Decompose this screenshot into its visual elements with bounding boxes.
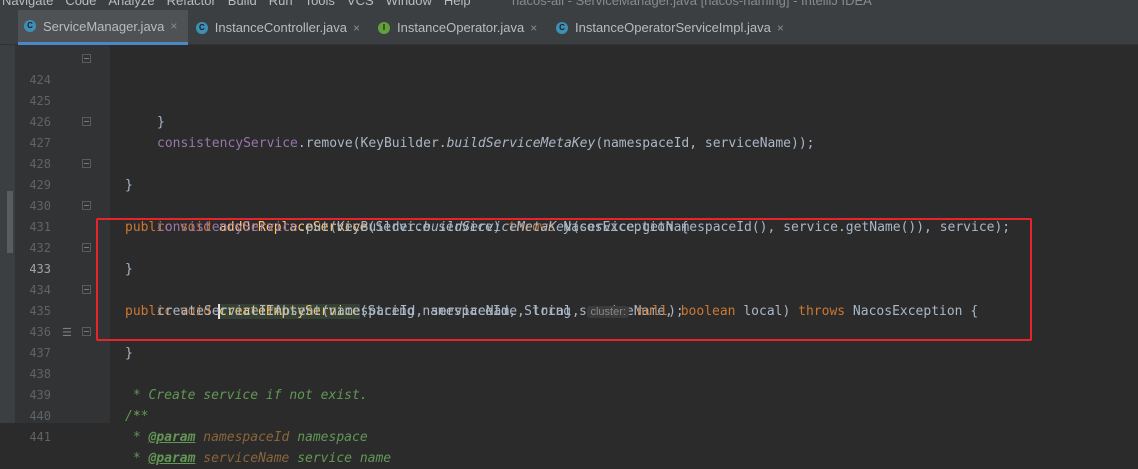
code-line: 438 * Create service if not exist. (0, 343, 1138, 403)
class-icon: C (196, 21, 208, 34)
tab-instance-operator[interactable]: I InstanceOperator.java × (372, 10, 547, 45)
tab-label: InstanceOperator.java (397, 20, 525, 35)
editor-tab-bar: C ServiceManager.java × C InstanceContro… (0, 10, 1138, 45)
menu-build[interactable]: Build (228, 0, 257, 8)
fold-icon[interactable] (82, 117, 91, 126)
tab-label: ServiceManager.java (43, 18, 165, 34)
fold-icon[interactable] (82, 159, 91, 168)
menu-help[interactable]: Help (444, 0, 471, 8)
menu-code[interactable]: Code (65, 0, 96, 8)
menu-analyze[interactable]: Analyze (108, 0, 154, 8)
tab-instance-operator-service-impl[interactable]: C InstanceOperatorServiceImpl.java × (550, 10, 790, 45)
code-line: 439 * (0, 364, 1138, 424)
close-icon[interactable]: × (777, 21, 784, 35)
code-line: 425 (0, 70, 1138, 108)
line-number: 441 (29, 430, 51, 444)
class-icon: C (556, 21, 568, 34)
close-icon[interactable]: × (353, 21, 360, 35)
fold-icon[interactable] (82, 327, 91, 336)
window-title: nacos-all - ServiceManager.java [nacos-n… (512, 0, 872, 8)
menu-navigate[interactable]: Navigate (2, 0, 53, 8)
tab-instance-controller[interactable]: C InstanceController.java × (190, 10, 366, 45)
tab-label: InstanceOperatorServiceImpl.java (575, 20, 771, 35)
highlight-annotation-box (96, 218, 1032, 341)
code-line: 440 * @param namespaceId namespace (0, 385, 1138, 445)
fold-icon[interactable] (82, 201, 91, 210)
code-line: 431 } (0, 196, 1138, 277)
code-line: 427 } (0, 112, 1138, 193)
tab-service-manager[interactable]: C ServiceManager.java × (18, 10, 188, 45)
code-line: 430 consistencyService.put(KeyBuilder.bu… (0, 175, 1138, 235)
menu-bar: Navigate Code Analyze Refactor Build Run… (0, 0, 1138, 10)
menu-window[interactable]: Window (386, 0, 432, 8)
fold-icon[interactable] (82, 54, 91, 63)
close-icon[interactable]: × (530, 21, 537, 35)
fold-icon[interactable] (82, 243, 91, 252)
menu-vcs[interactable]: VCS (347, 0, 374, 8)
tab-label: InstanceController.java (214, 20, 347, 35)
code-text: * @param serviceName service name (125, 451, 392, 466)
code-line: 428 (0, 133, 1138, 171)
menu-run[interactable]: Run (269, 0, 293, 8)
menu-tools[interactable]: Tools (305, 0, 335, 8)
code-line: 426 consistencyService.remove(KeyBuilder… (0, 91, 1138, 151)
close-icon[interactable]: × (170, 19, 177, 33)
code-line: 441 * @param serviceName service name (0, 406, 1138, 466)
doc-render-icon[interactable]: ☰ (62, 326, 72, 339)
code-text: * @param namespaceId namespace (125, 430, 368, 445)
class-icon: C (24, 20, 36, 32)
menu-refactor[interactable]: Refactor (167, 0, 216, 8)
code-line: 429 public void addOrReplaceService(Serv… (0, 154, 1138, 235)
code-line: 424 } (0, 49, 1138, 130)
fold-icon[interactable] (82, 285, 91, 294)
interface-icon: I (378, 21, 390, 34)
